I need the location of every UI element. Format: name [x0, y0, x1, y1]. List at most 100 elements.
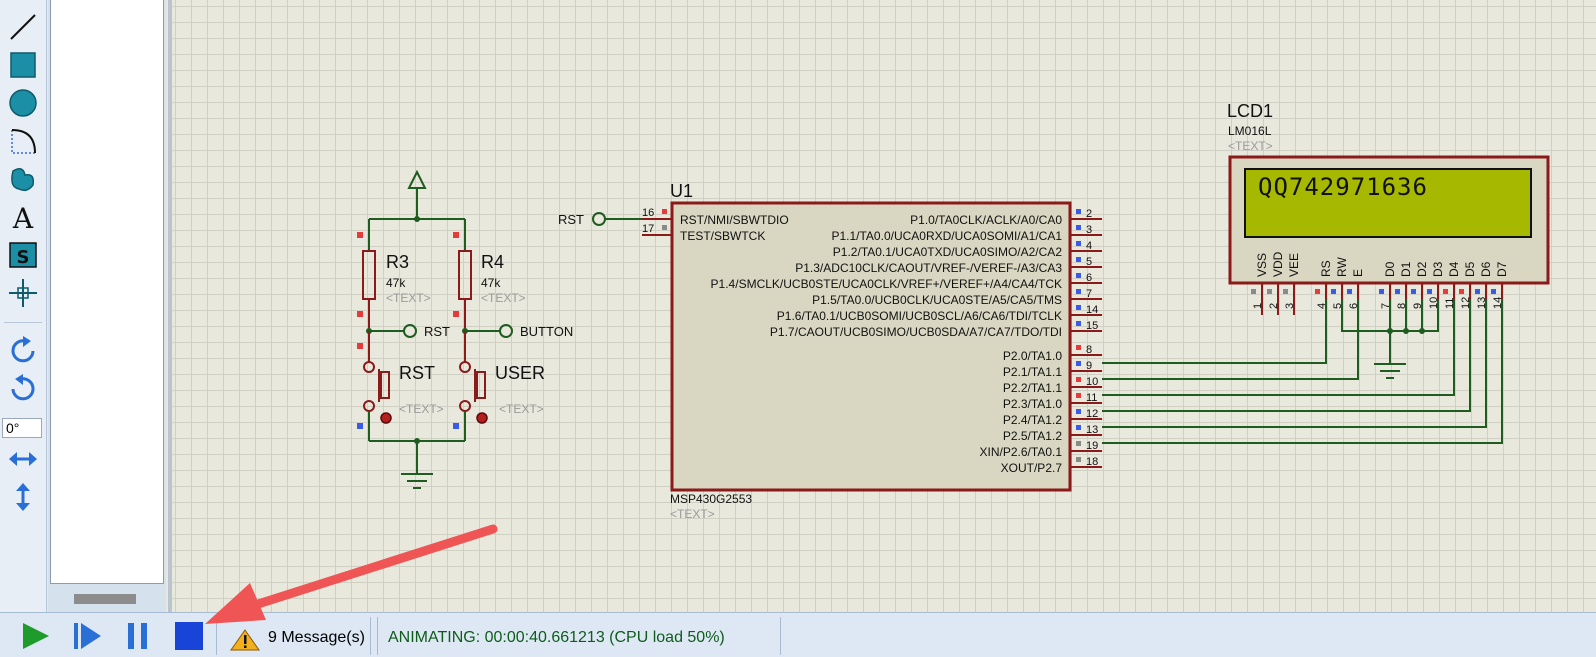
rotate-anticlockwise-icon[interactable]	[4, 372, 42, 406]
lcd-value: LM016L	[1228, 124, 1272, 138]
play-button[interactable]	[18, 619, 52, 653]
u1-pin-number: 16	[642, 207, 654, 219]
path-icon[interactable]	[4, 162, 42, 196]
u1-pin-number: 19	[1086, 440, 1098, 452]
svg-text:S: S	[17, 247, 30, 268]
u1-pin-state	[1076, 441, 1081, 446]
status-divider	[780, 617, 781, 655]
lcd-pin-state	[1267, 289, 1272, 294]
r4-resistor-body[interactable]	[458, 250, 472, 300]
u1-pin-state	[1076, 409, 1081, 414]
u1-ref: U1	[670, 181, 693, 201]
animation-status-text: ANIMATING: 00:00:40.661213 (CPU load 50%…	[388, 629, 725, 646]
line-icon[interactable]	[4, 10, 42, 44]
lcd-pin-state	[1475, 289, 1480, 294]
r3-resistor-body[interactable]	[362, 250, 376, 300]
rst-net-label: RST	[424, 324, 450, 339]
u1-pin-name: P1.7/CAOUT/UCB0SIMO/UCB0SDA/A7/CA7/TDO/T…	[770, 325, 1062, 339]
mirror-horizontal-icon[interactable]	[4, 442, 42, 476]
r3-ref: R3	[386, 252, 409, 272]
messages-count[interactable]: 9 Message(s)	[268, 629, 365, 647]
box-icon[interactable]	[4, 48, 42, 82]
u1-pin-number: 9	[1086, 360, 1092, 372]
u1-pin-number: 4	[1086, 240, 1092, 252]
lcd-pin-name: D7	[1495, 261, 1509, 277]
rst-switch[interactable]	[363, 361, 392, 441]
rotation-angle-input[interactable]	[2, 418, 42, 438]
lcd-pin-state	[1347, 289, 1352, 294]
u1-pin-state	[1076, 289, 1081, 294]
schematic-drawing: R3 47k <TEXT> R4 47k <TEXT> RST BUTTON R…	[357, 101, 1550, 521]
lcd-pin-number: 2	[1268, 303, 1280, 309]
circle-icon[interactable]	[4, 86, 42, 120]
u1-pin-state	[1076, 305, 1081, 310]
u1-pin-name: P2.4/TA1.2	[1003, 413, 1062, 427]
lcd-pin-name: D2	[1415, 261, 1429, 277]
button-net-label: BUTTON	[520, 324, 573, 339]
u1-pin-name: P2.5/TA1.2	[1003, 429, 1062, 443]
arc-icon[interactable]	[4, 124, 42, 158]
u1-pin-name: P1.5/TA0.0/UCB0CLK/UCA0STE/A5/CA5/TMS	[812, 293, 1062, 307]
u1-pin-name: P1.4/SMCLK/UCB0STE/UCA0CLK/VREF+/VEREF+/…	[711, 277, 1062, 291]
lcd-pin-state	[1283, 289, 1288, 294]
u1-pin-name: RST/NMI/SBWTDIO	[680, 213, 789, 227]
u1-pin-state	[1076, 345, 1081, 350]
r4-value: 47k	[481, 276, 501, 290]
u1-pin-number: 15	[1086, 320, 1098, 332]
r3-value: 47k	[386, 276, 406, 290]
marker-icon[interactable]	[4, 276, 42, 310]
u1-pin-state	[1076, 257, 1081, 262]
u1-pin-state	[1076, 225, 1081, 230]
lcd-pin-name: D5	[1463, 261, 1477, 277]
rst-terminal-icon	[403, 324, 417, 338]
symbol-icon[interactable]: S	[4, 238, 42, 272]
rst-switch-ref: RST	[399, 363, 435, 383]
object-selector-list[interactable]	[50, 0, 164, 584]
u1-pin-number: 11	[1086, 392, 1097, 404]
u1-pin-state	[1076, 273, 1081, 278]
u1-pin-name: P1.0/TA0CLK/ACLK/A0/CA0	[910, 213, 1062, 227]
lcd-pin-state	[1251, 289, 1256, 294]
u1-pin-name: P1.3/ADC10CLK/CAOUT/VREF-/VEREF-/A3/CA3	[795, 261, 1062, 275]
u1-pin-state	[1076, 457, 1081, 462]
play-icon	[23, 623, 49, 649]
step-button[interactable]	[70, 619, 104, 653]
u1-pin-name: P1.2/TA0.1/UCA0TXD/UCA0SIMO/A2/CA2	[833, 245, 1063, 259]
u1-pin-state	[662, 225, 667, 230]
mirror-vertical-icon[interactable]	[4, 480, 42, 514]
lcd-pin-name: E	[1351, 269, 1365, 277]
lcd-ref: LCD1	[1227, 101, 1273, 121]
u1-pin-state	[1076, 425, 1081, 430]
stop-button[interactable]	[172, 619, 206, 653]
u1-pin-number: 10	[1086, 376, 1098, 388]
u1-pin-name: TEST/SBWTCK	[680, 229, 765, 243]
warning-icon[interactable]	[230, 629, 260, 651]
svg-text:A: A	[12, 202, 34, 233]
simulation-status-bar: 9 Message(s) ANIMATING: 00:00:40.661213 …	[0, 612, 1596, 657]
text-icon[interactable]: A	[4, 200, 42, 234]
u1-pin-name: P1.1/TA0.0/UCA0RXD/UCA0SOMI/A1/CA1	[831, 229, 1062, 243]
u1-pin-state	[1076, 321, 1081, 326]
step-icon	[74, 623, 101, 649]
lcd-wiring	[1102, 299, 1503, 444]
lcd-pin-state	[1459, 289, 1464, 294]
user-switch[interactable]	[459, 361, 488, 441]
u1-rst-terminal-label: RST	[558, 212, 584, 227]
u1-pin-number: 2	[1086, 208, 1092, 220]
lcd-pin-name: D6	[1479, 261, 1493, 277]
u1-pin-name: P2.3/TA1.0	[1003, 397, 1062, 411]
u1-pin-name: P2.0/TA1.0	[1003, 349, 1062, 363]
schematic-canvas[interactable]: R3 47k <TEXT> R4 47k <TEXT> RST BUTTON R…	[168, 0, 1596, 612]
u1-pin-name: P2.1/TA1.1	[1003, 365, 1062, 379]
r3-text: <TEXT>	[386, 291, 431, 305]
lcd-ground-icon	[1374, 363, 1406, 379]
pause-button[interactable]	[121, 619, 155, 653]
rotate-clockwise-icon[interactable]	[4, 334, 42, 368]
power-terminal-icon	[407, 169, 427, 189]
object-selector-panel	[48, 0, 166, 612]
u1-pin-state	[1076, 241, 1081, 246]
drawing-toolbox: A S	[0, 0, 47, 612]
u1-pin-state	[1076, 393, 1081, 398]
selector-scrollbar[interactable]	[74, 594, 136, 604]
u1-pin-name: P2.2/TA1.1	[1003, 381, 1062, 395]
